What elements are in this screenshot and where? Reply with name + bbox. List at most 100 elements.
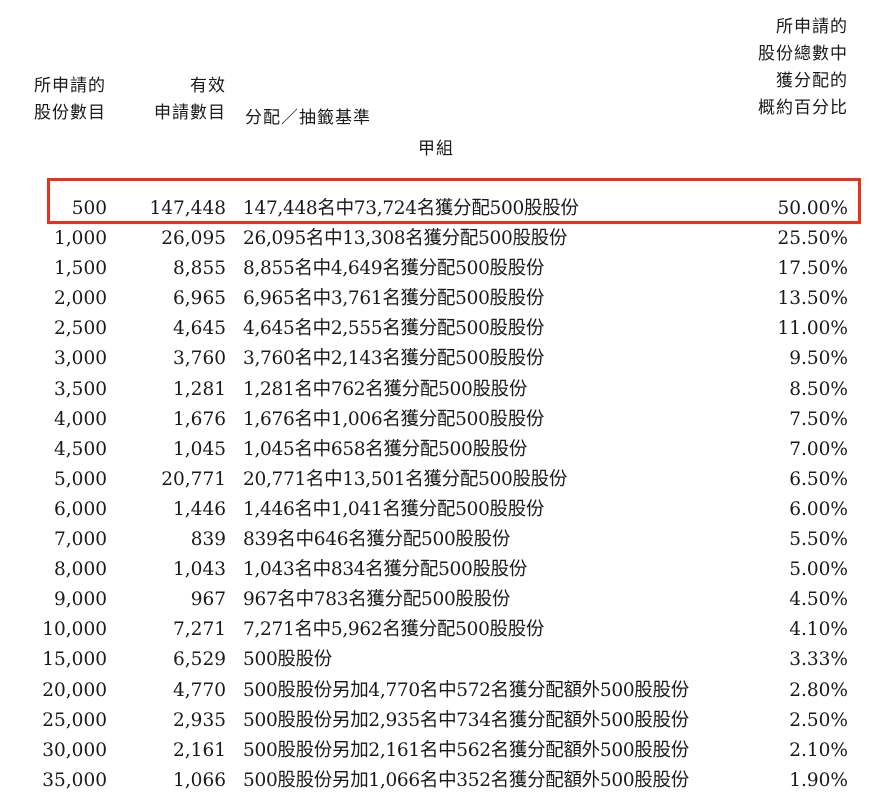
percentage-cell: 5.50% [789,529,848,551]
table-row: 3,500 1,281 1,281名中762名獲分配500股股份 8.50% [0,375,870,405]
shares-cell: 7,000 [54,529,107,551]
allocation-basis-cell: 839名中646名獲分配500股股份 [243,529,511,551]
allocation-basis-cell: 8,855名中4,649名獲分配500股股份 [243,258,545,280]
percentage-cell: 17.50% [777,258,848,280]
allocation-basis-cell: 500股股份另加1,066名中352名獲分配額外500股股份 [243,769,689,791]
percentage-cell: 7.00% [789,438,848,460]
allocation-basis-cell: 20,771名中13,501名獲分配500股股份 [243,468,568,490]
header-valid-applications: 有效 申請數目 [148,73,226,127]
header-approx-percentage: 所申請的 股份總數中 獲分配的 概約百分比 [728,14,848,122]
allocation-basis-cell: 500股股份 [243,649,333,671]
shares-cell: 25,000 [42,709,107,731]
table-row: 1,500 8,855 8,855名中4,649名獲分配500股股份 17.50% [0,254,870,284]
shares-cell: 30,000 [42,739,107,761]
table-row: 7,000 839 839名中646名獲分配500股股份 5.50% [0,525,870,555]
group-label: 甲組 [418,136,454,163]
header-line: 所申請的 [776,17,848,37]
shares-cell: 5,000 [54,468,107,490]
shares-cell: 2,500 [54,318,107,340]
applications-cell: 2,161 [173,739,226,761]
percentage-cell: 2.50% [789,709,848,731]
table-row: 1,000 26,095 26,095名中13,308名獲分配500股股份 25.50… [0,224,870,254]
shares-cell: 4,000 [54,408,107,430]
percentage-cell: 4.50% [789,589,848,611]
percentage-cell: 7.50% [789,408,848,430]
table-row: 10,000 7,271 7,271名中5,962名獲分配500股股份 4.10% [0,615,870,645]
percentage-cell: 11.00% [777,318,848,340]
allocation-basis-cell: 967名中783名獲分配500股股份 [243,589,511,611]
header-line: 股份總數中 [758,44,848,64]
applications-cell: 26,095 [161,228,226,250]
allocation-basis-cell: 1,043名中834名獲分配500股股份 [243,559,528,581]
applications-cell: 1,066 [173,769,226,791]
applications-cell: 1,043 [173,559,226,581]
allocation-table-page: 所申請的 股份數目 有效 申請數目 分配／抽籤基準 所申請的 股份總數中 獲分配… [0,0,870,794]
table-row: 15,000 6,529 500股股份 3.33% [0,645,870,675]
allocation-basis-cell: 1,446名中1,041名獲分配500股股份 [243,498,545,520]
table-body: 500 147,448 147,448名中73,724名獲分配500股股份 50.00… [0,194,870,796]
table-row: 25,000 2,935 500股股份另加2,935名中734名獲分配額外500股股… [0,706,870,736]
allocation-basis-cell: 3,760名中2,143名獲分配500股股份 [243,348,545,370]
table-row: 500 147,448 147,448名中73,724名獲分配500股股份 50.00… [0,194,870,224]
shares-cell: 20,000 [42,679,107,701]
percentage-cell: 2.80% [789,679,848,701]
shares-cell: 4,500 [54,438,107,460]
allocation-basis-cell: 500股股份另加2,935名中734名獲分配額外500股股份 [243,709,689,731]
table-row: 3,000 3,760 3,760名中2,143名獲分配500股股份 9.50% [0,344,870,374]
header-line: 有效 [190,76,226,96]
applications-cell: 4,645 [173,318,226,340]
applications-cell: 6,965 [173,288,226,310]
applications-cell: 967 [190,589,226,611]
shares-cell: 10,000 [42,619,107,641]
applications-cell: 3,760 [173,348,226,370]
allocation-basis-cell: 6,965名中3,761名獲分配500股股份 [243,288,545,310]
allocation-basis-cell: 147,448名中73,724名獲分配500股股份 [243,198,579,219]
percentage-cell: 8.50% [789,378,848,400]
applications-cell: 2,935 [173,709,226,731]
table-row: 6,000 1,446 1,446名中1,041名獲分配500股股份 6.00% [0,495,870,525]
table-row: 4,000 1,676 1,676名中1,006名獲分配500股股份 7.50% [0,405,870,435]
shares-cell: 3,000 [54,348,107,370]
percentage-cell: 1.90% [789,769,848,791]
table-row: 30,000 2,161 500股股份另加2,161名中562名獲分配額外500股股… [0,736,870,766]
table-row: 35,000 1,066 500股股份另加1,066名中352名獲分配額外500股股… [0,766,870,796]
applications-cell: 20,771 [161,468,226,490]
allocation-basis-cell: 1,281名中762名獲分配500股股份 [243,378,528,400]
percentage-cell: 13.50% [777,288,848,310]
percentage-cell: 6.50% [789,468,848,490]
applications-cell: 1,676 [173,408,226,430]
table-row: 8,000 1,043 1,043名中834名獲分配500股股份 5.00% [0,555,870,585]
shares-cell: 500 [71,198,107,219]
applications-cell: 6,529 [173,649,226,671]
percentage-cell: 2.10% [789,739,848,761]
allocation-basis-cell: 1,676名中1,006名獲分配500股股份 [243,408,545,430]
shares-cell: 6,000 [54,498,107,520]
table-row: 9,000 967 967名中783名獲分配500股股份 4.50% [0,585,870,615]
allocation-basis-cell: 1,045名中658名獲分配500股股份 [243,438,528,460]
applications-cell: 4,770 [173,679,226,701]
table-row: 2,500 4,645 4,645名中2,555名獲分配500股股份 11.00% [0,314,870,344]
allocation-basis-cell: 500股股份另加2,161名中562名獲分配額外500股股份 [243,739,689,761]
header-line: 所申請的 [34,76,106,96]
percentage-cell: 4.10% [789,619,848,641]
shares-cell: 35,000 [42,769,107,791]
shares-cell: 1,500 [54,258,107,280]
table-row: 5,000 20,771 20,771名中13,501名獲分配500股股份 6.50% [0,465,870,495]
shares-cell: 1,000 [54,228,107,250]
allocation-basis-cell: 4,645名中2,555名獲分配500股股份 [243,318,545,340]
header-line: 概約百分比 [758,98,848,118]
header-line: 獲分配的 [776,71,848,91]
allocation-basis-cell: 500股股份另加4,770名中572名獲分配額外500股股份 [243,679,689,701]
applications-cell: 7,271 [173,619,226,641]
shares-cell: 2,000 [54,288,107,310]
shares-cell: 15,000 [42,649,107,671]
header-shares-applied: 所申請的 股份數目 [30,73,110,127]
applications-cell: 1,446 [173,498,226,520]
shares-cell: 8,000 [54,559,107,581]
applications-cell: 8,855 [173,258,226,280]
header-line: 股份數目 [34,103,106,123]
shares-cell: 9,000 [54,589,107,611]
applications-cell: 1,281 [173,378,226,400]
percentage-cell: 3.33% [789,649,848,671]
table-row: 20,000 4,770 500股股份另加4,770名中572名獲分配額外500股股… [0,676,870,706]
